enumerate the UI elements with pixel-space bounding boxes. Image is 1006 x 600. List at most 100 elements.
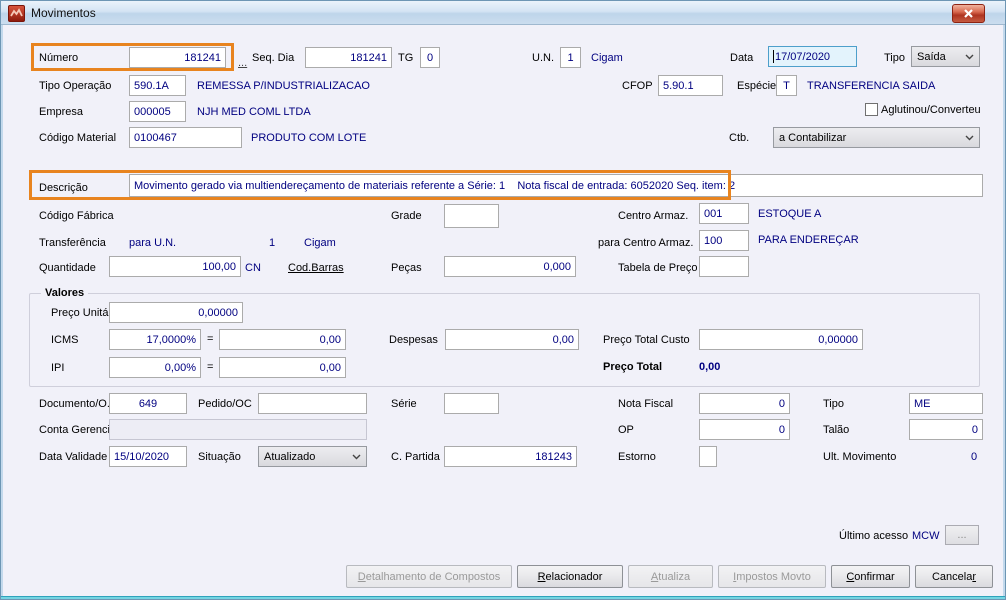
serie-input[interactable] [444, 393, 499, 414]
ultimo-acesso-value: MCW [912, 530, 940, 542]
tg-input[interactable]: 0 [420, 47, 440, 68]
data-validade-label: Data Validade [39, 451, 108, 463]
window-frame-bottom [1, 596, 1005, 599]
quantidade-label: Quantidade [39, 262, 96, 274]
ipi-valor-input[interactable]: 0,00 [219, 357, 346, 378]
empresa-label: Empresa [39, 106, 84, 118]
nota-fiscal-input[interactable]: 0 [699, 393, 790, 414]
impostos-movto-button[interactable]: Impostos Movto [718, 565, 826, 588]
transferencia-label: Transferência [39, 237, 106, 249]
codmat-input[interactable]: 0100467 [129, 127, 242, 148]
tipoop-label: Tipo Operação [39, 80, 112, 92]
preco-total-value: 0,00 [699, 361, 721, 373]
data-validade-input[interactable]: 15/10/2020 [109, 446, 187, 467]
un-label: U.N. [532, 52, 554, 64]
codmat-desc: PRODUTO COM LOTE [251, 132, 367, 144]
cfop-input[interactable]: 5.90.1 [658, 75, 723, 96]
numero-label: Número [39, 52, 79, 64]
documento-input[interactable]: 649 [109, 393, 187, 414]
para-un-label: para U.N. [129, 237, 177, 249]
icms-label: ICMS [51, 334, 79, 346]
serie-label: Série [391, 398, 417, 410]
despesas-label: Despesas [389, 334, 438, 346]
codbarras-link[interactable]: Cod.Barras [288, 262, 344, 274]
despesas-input[interactable]: 0,00 [445, 329, 579, 350]
para-un-desc: Cigam [304, 237, 336, 249]
centro-armaz-input[interactable]: 001 [699, 203, 749, 224]
cancelar-button[interactable]: Cancela r [915, 565, 993, 588]
relacionador-button[interactable]: Relacionador [517, 565, 623, 588]
estorno-checkbox[interactable] [699, 446, 717, 467]
pedido-input[interactable] [258, 393, 367, 414]
ipi-pct-input[interactable]: 0,00% [109, 357, 201, 378]
pecas-input[interactable]: 0,000 [444, 256, 576, 277]
cfop-label: CFOP [622, 80, 653, 92]
close-icon[interactable] [952, 4, 985, 23]
confirmar-button[interactable]: Confirmar [831, 565, 910, 588]
especie-label: Espécie [737, 80, 777, 92]
movimentos-window: Movimentos Número 181241 ... Seq. Dia 18… [0, 0, 1006, 600]
pecas-label: Peças [391, 262, 422, 274]
estorno-label: Estorno [618, 451, 656, 463]
app-logo-icon [8, 5, 25, 22]
quantidade-input[interactable]: 100,00 [109, 256, 241, 277]
window-title: Movimentos [31, 6, 96, 20]
seqdia-label: Seq. Dia [252, 52, 295, 64]
detalhamento-compostos-button[interactable]: Detalhamento de Compostos [346, 565, 512, 588]
c-partida-label: C. Partida [391, 451, 440, 463]
empresa-input[interactable]: 000005 [129, 101, 186, 122]
especie-input[interactable]: T [776, 75, 797, 96]
grade-input[interactable] [444, 204, 499, 228]
tipo-select[interactable]: Saída [911, 46, 980, 67]
atualiza-button[interactable]: Atualiza [628, 565, 713, 588]
quantidade-um: CN [245, 262, 261, 274]
numero-input[interactable]: 181241 [129, 47, 226, 68]
situacao-select[interactable]: Atualizado [258, 446, 367, 467]
op-input[interactable]: 0 [699, 419, 790, 440]
talao-input[interactable]: 0 [909, 419, 983, 440]
ultimo-acesso-more-button[interactable]: ... [945, 525, 979, 545]
cursor-caret [773, 50, 774, 63]
ipi-label: IPI [51, 362, 65, 374]
seqdia-input[interactable]: 181241 [305, 47, 392, 68]
preco-total-custo-input[interactable]: 0,00000 [699, 329, 863, 350]
codmat-label: Código Material [39, 132, 117, 144]
aglutinou-checkbox[interactable] [865, 103, 878, 116]
tabela-preco-label: Tabela de Preço [618, 262, 698, 274]
tipoop-input[interactable]: 590.1A [129, 75, 186, 96]
numero-browse-link[interactable]: ... [238, 57, 247, 69]
un-desc: Cigam [591, 52, 623, 64]
pedido-label: Pedido/OC [198, 398, 252, 410]
tipoop-desc: REMESSA P/INDUSTRIALIZACAO [197, 80, 370, 92]
valores-legend: Valores [41, 287, 89, 299]
tabela-preco-input[interactable] [699, 256, 749, 277]
data-input[interactable]: 17/07/2020 [768, 46, 857, 67]
conta-gerencial-label: Conta Gerencial [39, 424, 119, 436]
ctb-select[interactable]: a Contabilizar [773, 127, 980, 148]
descricao-input[interactable]: Movimento gerado via multiendereçamento … [129, 174, 983, 197]
title-bar: Movimentos [1, 1, 1005, 25]
aglutinou-label: Aglutinou/Converteu [881, 104, 981, 116]
ultimo-acesso-label: Último acesso [839, 530, 909, 542]
ipi-equals: = [207, 361, 214, 373]
tipo-me-label: Tipo [823, 398, 844, 410]
tipo-me-input[interactable]: ME [909, 393, 983, 414]
icms-equals: = [207, 333, 214, 345]
preco-unitario-input[interactable]: 0,00000 [109, 302, 243, 323]
un-input[interactable]: 1 [560, 47, 581, 68]
centro-armaz-label: Centro Armaz. [618, 210, 689, 222]
preco-total-custo-label: Preço Total Custo [603, 334, 690, 346]
nota-fiscal-label: Nota Fiscal [618, 398, 674, 410]
para-centro-input[interactable]: 100 [699, 230, 749, 251]
window-frame-left [1, 25, 3, 596]
op-label: OP [618, 424, 634, 436]
documento-label: Documento/O.S [39, 398, 118, 410]
chevron-down-icon [965, 135, 974, 140]
especie-desc: TRANSFERENCIA SAIDA [807, 80, 936, 92]
icms-valor-input[interactable]: 0,00 [219, 329, 346, 350]
icms-pct-input[interactable]: 17,0000% [109, 329, 201, 350]
tg-label: TG [398, 52, 414, 64]
c-partida-input[interactable]: 181243 [444, 446, 577, 467]
preco-total-label: Preço Total [603, 361, 663, 373]
data-label: Data [730, 52, 754, 64]
